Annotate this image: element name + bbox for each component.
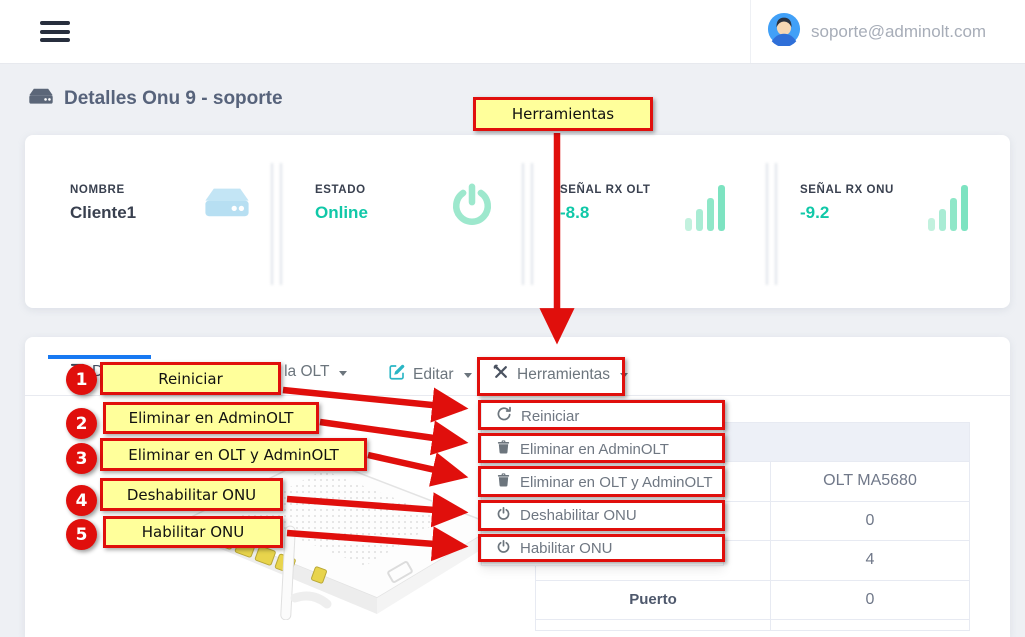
highlight-box-deshabilitar-onu — [478, 500, 725, 531]
signal-bars-icon — [685, 185, 725, 231]
status-item-estado: ESTADO Online — [315, 184, 368, 223]
highlight-box-herramientas-button — [477, 357, 625, 396]
callout-label: Habilitar ONU — [142, 523, 245, 541]
table-row: Puerto 0 — [536, 580, 969, 620]
info-row-value: OLT MA5680 — [771, 462, 969, 501]
menu-toggle-icon[interactable] — [40, 21, 70, 42]
step-badge-4: 4 — [66, 485, 97, 516]
onu-device-icon — [203, 185, 251, 226]
info-row-label — [536, 620, 771, 630]
callout-label: Deshabilitar ONU — [127, 486, 256, 504]
user-avatar — [767, 12, 801, 51]
edit-icon — [388, 363, 406, 386]
callout-herramientas: Herramientas — [473, 97, 653, 131]
table-row — [536, 619, 969, 630]
highlight-box-habilitar-onu — [478, 534, 725, 562]
status-item-senal-rx-olt: SEÑAL RX OLT -8.8 — [560, 184, 650, 223]
step-badge-3: 3 — [66, 443, 97, 474]
page-title-row: Detalles Onu 9 - soporte — [28, 87, 283, 111]
app-screen: soporte@adminolt.com Detalles Onu 9 - so… — [0, 0, 1025, 620]
highlight-box-eliminar-adminolt — [478, 433, 725, 463]
callout-eliminar-olt-adminolt: Eliminar en OLT y AdminOLT — [100, 438, 367, 471]
status-item-nombre: NOMBRE Cliente1 — [70, 184, 136, 223]
step-badge-5: 5 — [66, 519, 97, 550]
status-value: -8.8 — [560, 203, 650, 223]
info-row-value — [771, 620, 969, 630]
step-badge-2: 2 — [66, 408, 97, 439]
user-menu[interactable]: soporte@adminolt.com — [750, 0, 1010, 63]
status-value: -9.2 — [800, 203, 894, 223]
callout-label: Reiniciar — [158, 370, 223, 388]
onu-status-card: NOMBRE Cliente1 ESTADO Online SEÑAL RX O… — [25, 135, 1010, 308]
info-row-value: 0 — [771, 502, 969, 541]
callout-habilitar-onu: Habilitar ONU — [103, 516, 283, 548]
status-label: ESTADO — [315, 184, 368, 196]
chevron-down-icon — [464, 373, 472, 378]
page-title: Detalles Onu 9 - soporte — [64, 88, 283, 110]
callout-label: Eliminar en AdminOLT — [129, 409, 294, 427]
divider — [519, 163, 533, 285]
info-row-label: Puerto — [536, 581, 771, 620]
highlight-box-eliminar-olt-adminolt — [478, 466, 725, 497]
status-label: NOMBRE — [70, 184, 136, 196]
status-label: SEÑAL RX ONU — [800, 184, 894, 196]
editar-button[interactable]: Editar — [388, 363, 472, 386]
signal-bars-icon — [928, 185, 968, 231]
step-badge-1: 1 — [66, 364, 97, 395]
power-icon — [448, 181, 496, 236]
status-label: SEÑAL RX OLT — [560, 184, 650, 196]
callout-deshabilitar-onu: Deshabilitar ONU — [100, 478, 283, 511]
status-value: Cliente1 — [70, 203, 136, 223]
divider — [763, 163, 777, 285]
status-value: Online — [315, 203, 368, 223]
callout-label: Herramientas — [512, 105, 614, 123]
divider — [268, 163, 282, 285]
highlight-box-reiniciar — [478, 400, 725, 430]
callout-label: Eliminar en OLT y AdminOLT — [128, 446, 338, 464]
callout-eliminar-adminolt: Eliminar en AdminOLT — [103, 402, 319, 434]
status-item-senal-rx-onu: SEÑAL RX ONU -9.2 — [800, 184, 894, 223]
onu-device-icon — [28, 87, 54, 111]
top-navbar: soporte@adminolt.com — [0, 0, 1025, 63]
active-tab-indicator — [48, 355, 151, 359]
callout-reiniciar: Reiniciar — [100, 362, 281, 395]
info-row-value: 4 — [771, 541, 969, 580]
info-row-value: 0 — [771, 581, 969, 620]
user-email: soporte@adminolt.com — [811, 22, 986, 42]
chevron-down-icon — [339, 371, 347, 376]
button-label: Editar — [413, 366, 454, 384]
